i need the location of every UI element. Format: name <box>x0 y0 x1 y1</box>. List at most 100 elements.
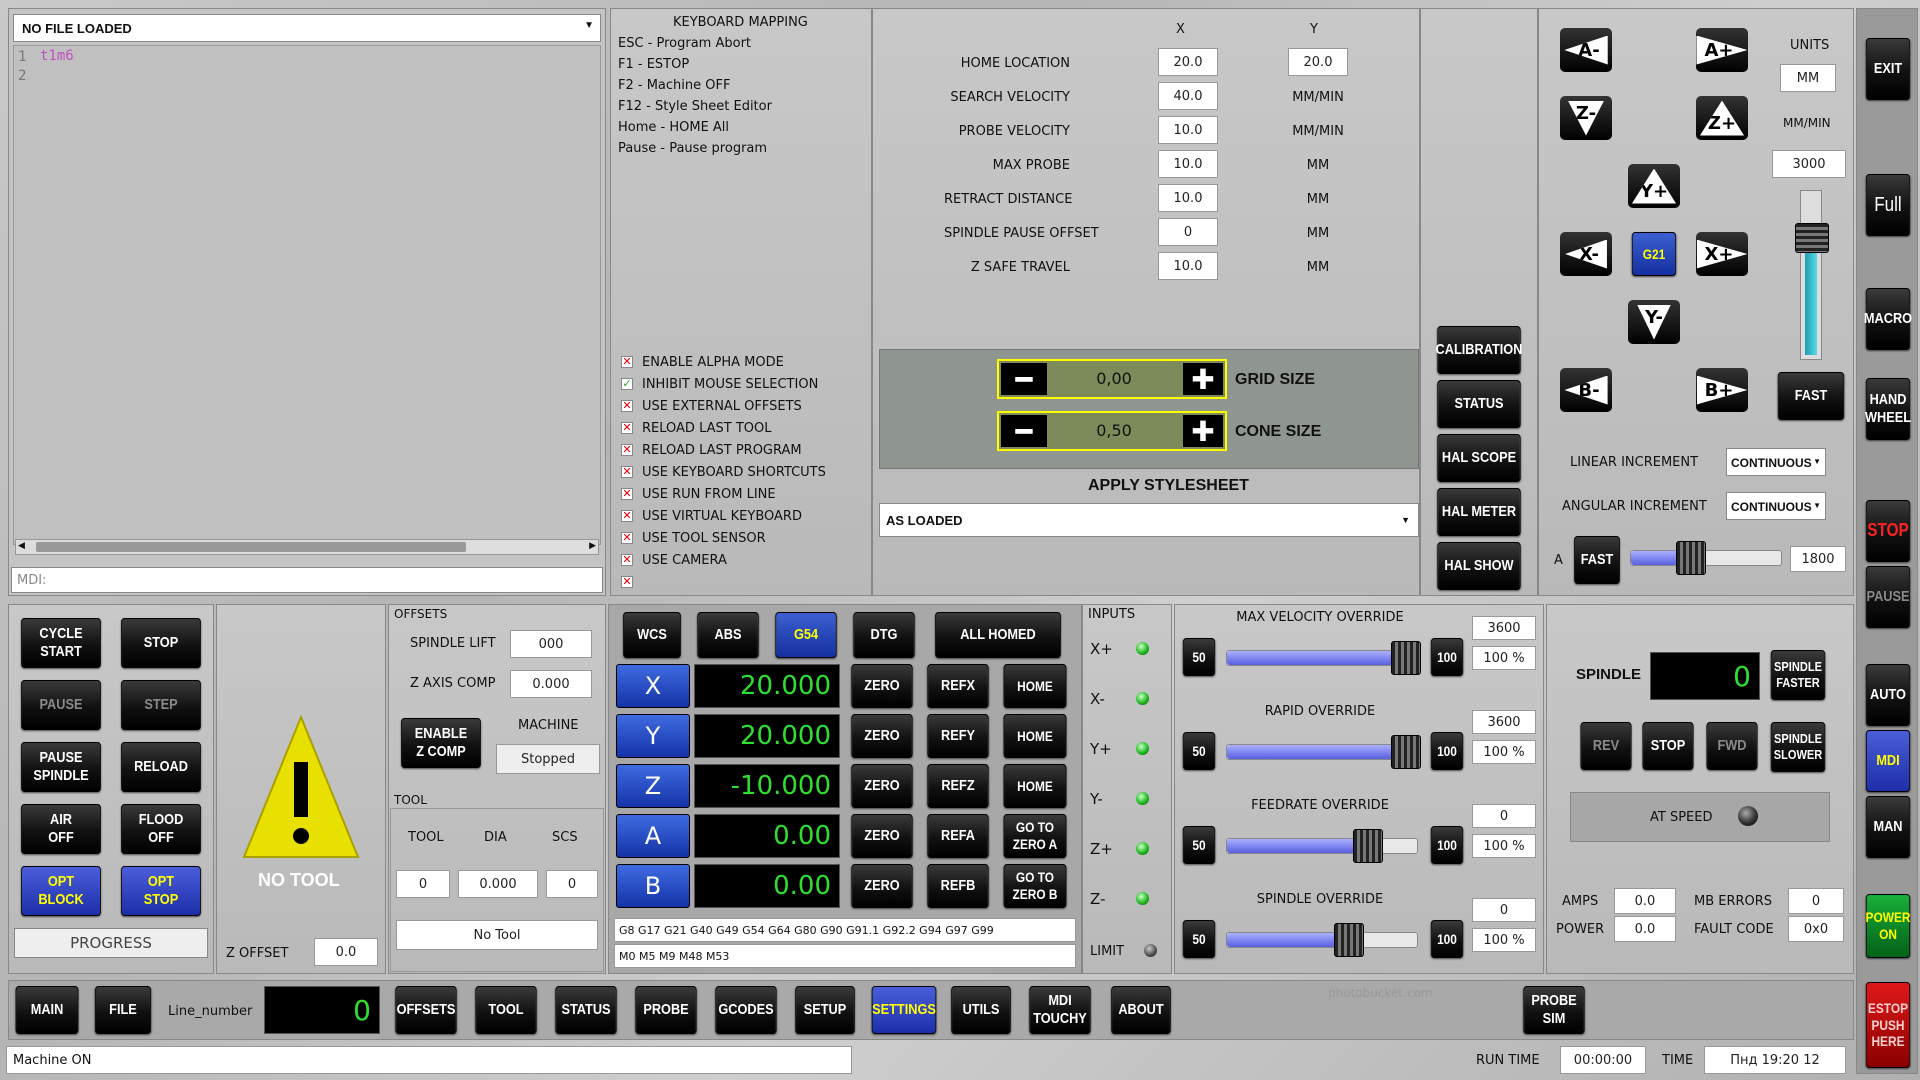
checkbox-unchecked-icon[interactable]: ✕ <box>621 532 633 544</box>
tool-number-field[interactable]: 0 <box>396 870 450 898</box>
z-offset-field[interactable]: 0.0 <box>314 938 378 966</box>
flood-off-button[interactable]: FLOOD OFF <box>121 804 201 854</box>
jog-xm-button[interactable]: X- <box>1560 232 1612 276</box>
pause-button[interactable]: PAUSE <box>21 680 101 730</box>
mdi-button[interactable]: MDI <box>1865 730 1911 792</box>
stop-mode-button[interactable]: STOP <box>1865 500 1911 562</box>
air-off-button[interactable]: AIR OFF <box>21 804 101 854</box>
jog-bp-button[interactable]: B+ <box>1696 368 1748 412</box>
util-button-calibration[interactable]: CALIBRATION <box>1436 326 1522 374</box>
ref-z-button[interactable]: REFZ <box>927 764 989 808</box>
jog-ym-button[interactable]: Y- <box>1628 300 1680 344</box>
estop-button[interactable]: ESTOP PUSH HERE <box>1865 982 1911 1068</box>
tab-settings[interactable]: SETTINGS <box>871 986 937 1034</box>
tab-gcodes[interactable]: GCODES <box>715 986 777 1034</box>
scroll-right-icon[interactable]: ▶ <box>589 541 596 551</box>
units-field[interactable]: MM <box>1780 64 1836 92</box>
override-50-button[interactable]: 50 <box>1182 638 1216 676</box>
probe-param-x-field[interactable]: 10.0 <box>1158 184 1218 212</box>
spindle-faster-button[interactable]: SPINDLE FASTER <box>1770 650 1826 700</box>
abs-button[interactable]: ABS <box>697 612 759 658</box>
pause-spindle-button[interactable]: PAUSE SPINDLE <box>21 742 101 792</box>
probe-param-x-field[interactable]: 20.0 <box>1158 48 1218 76</box>
override-slider[interactable] <box>1226 735 1421 769</box>
a-rate-slider[interactable] <box>1630 541 1782 575</box>
exit-button[interactable]: EXIT <box>1865 38 1911 100</box>
home-y-button[interactable]: HOME <box>1003 714 1067 758</box>
probe-param-x-field[interactable]: 10.0 <box>1158 150 1218 178</box>
spindle-rev-button[interactable]: REV <box>1580 722 1632 770</box>
zero-x-button[interactable]: ZERO <box>851 664 913 708</box>
probe-sim-button[interactable]: PROBE SIM <box>1523 986 1585 1034</box>
mdi-input[interactable]: MDI: <box>11 567 603 593</box>
power-on-button[interactable]: POWER ON <box>1866 894 1910 958</box>
zero-y-button[interactable]: ZERO <box>851 714 913 758</box>
axis-y-button[interactable]: Y <box>616 714 690 758</box>
override-knob[interactable] <box>1391 735 1421 769</box>
run-stop-button[interactable]: STOP <box>121 618 201 668</box>
probe-param-x-field[interactable]: 40.0 <box>1158 82 1218 110</box>
override-knob[interactable] <box>1334 923 1364 957</box>
tab-probe[interactable]: PROBE <box>635 986 697 1034</box>
spindle-slower-button[interactable]: SPINDLE SLOWER <box>1770 722 1826 772</box>
ref-x-button[interactable]: REFX <box>927 664 989 708</box>
home-z-button[interactable]: HOME <box>1003 764 1067 808</box>
jog-rate-slider[interactable] <box>1795 190 1829 360</box>
override-50-button[interactable]: 50 <box>1182 732 1216 770</box>
tab-file[interactable]: FILE <box>94 986 152 1034</box>
tool-scs-field[interactable]: 0 <box>546 870 598 898</box>
zero-z-button[interactable]: ZERO <box>851 764 913 808</box>
ref-a-button[interactable]: REFA <box>927 814 989 858</box>
checkbox-unchecked-icon[interactable]: ✕ <box>621 356 633 368</box>
probe-param-x-field[interactable]: 10.0 <box>1158 116 1218 144</box>
override-slider[interactable] <box>1226 641 1421 675</box>
grid-plus-icon[interactable]: ✚ <box>1183 363 1223 396</box>
override-100-button[interactable]: 100 <box>1430 826 1464 864</box>
jog-ap-button[interactable]: A+ <box>1696 28 1748 72</box>
ref-b-button[interactable]: REFB <box>927 864 989 908</box>
cone-minus-icon[interactable]: ━ <box>1001 415 1047 448</box>
tab-main[interactable]: MAIN <box>15 986 79 1034</box>
jog-yp-button[interactable]: Y+ <box>1628 164 1680 208</box>
checkbox-unchecked-icon[interactable]: ✕ <box>621 554 633 566</box>
dtg-button[interactable]: DTG <box>853 612 915 658</box>
jog-fast-button[interactable]: FAST <box>1777 372 1845 420</box>
reload-button[interactable]: RELOAD <box>121 742 201 792</box>
checkbox-unchecked-icon[interactable]: ✕ <box>621 576 633 588</box>
editor-hscrollbar[interactable]: ◀ ▶ <box>15 539 599 555</box>
scroll-left-icon[interactable]: ◀ <box>18 541 25 551</box>
checkbox-unchecked-icon[interactable]: ✕ <box>621 422 633 434</box>
pause-mode-button[interactable]: PAUSE <box>1865 566 1911 628</box>
override-50-button[interactable]: 50 <box>1182 826 1216 864</box>
zero-b-button[interactable]: ZERO <box>851 864 913 908</box>
step-button[interactable]: STEP <box>121 680 201 730</box>
override-100-button[interactable]: 100 <box>1430 732 1464 770</box>
tab-mdi-touchy[interactable]: MDI TOUCHY <box>1029 986 1091 1034</box>
angular-increment-select[interactable]: CONTINUOUS ▼ <box>1726 492 1826 520</box>
manual-button[interactable]: MAN <box>1865 796 1911 858</box>
probe-param-x-field[interactable]: 0 <box>1158 218 1218 246</box>
linear-increment-select[interactable]: CONTINUOUS ▼ <box>1726 448 1826 476</box>
jog-rate-knob[interactable] <box>1795 223 1829 253</box>
g54-button[interactable]: G54 <box>775 612 837 658</box>
tab-utils[interactable]: UTILS <box>951 986 1011 1034</box>
tab-tool[interactable]: TOOL <box>475 986 537 1034</box>
checkbox-unchecked-icon[interactable]: ✕ <box>621 444 633 456</box>
jog-xp-button[interactable]: X+ <box>1696 232 1748 276</box>
a-rate-knob[interactable] <box>1676 541 1706 575</box>
checkbox-unchecked-icon[interactable]: ✕ <box>621 510 633 522</box>
util-button-hal-meter[interactable]: HAL METER <box>1437 488 1521 536</box>
util-button-status[interactable]: STATUS <box>1437 380 1521 428</box>
zero-a-button[interactable]: ZERO <box>851 814 913 858</box>
a-rate-field[interactable]: 1800 <box>1790 546 1846 572</box>
cone-plus-icon[interactable]: ✚ <box>1183 415 1223 448</box>
g21-button[interactable]: G21 <box>1631 232 1677 276</box>
override-slider[interactable] <box>1226 923 1418 957</box>
spindle-lift-field[interactable]: 000 <box>510 630 592 658</box>
checkbox-unchecked-icon[interactable]: ✕ <box>621 400 633 412</box>
jog-zm-button[interactable]: Z- <box>1560 96 1612 140</box>
axis-x-button[interactable]: X <box>616 664 690 708</box>
scroll-thumb[interactable] <box>36 542 466 552</box>
probe-param-x-field[interactable]: 10.0 <box>1158 252 1218 280</box>
grid-minus-icon[interactable]: ━ <box>1001 363 1047 396</box>
